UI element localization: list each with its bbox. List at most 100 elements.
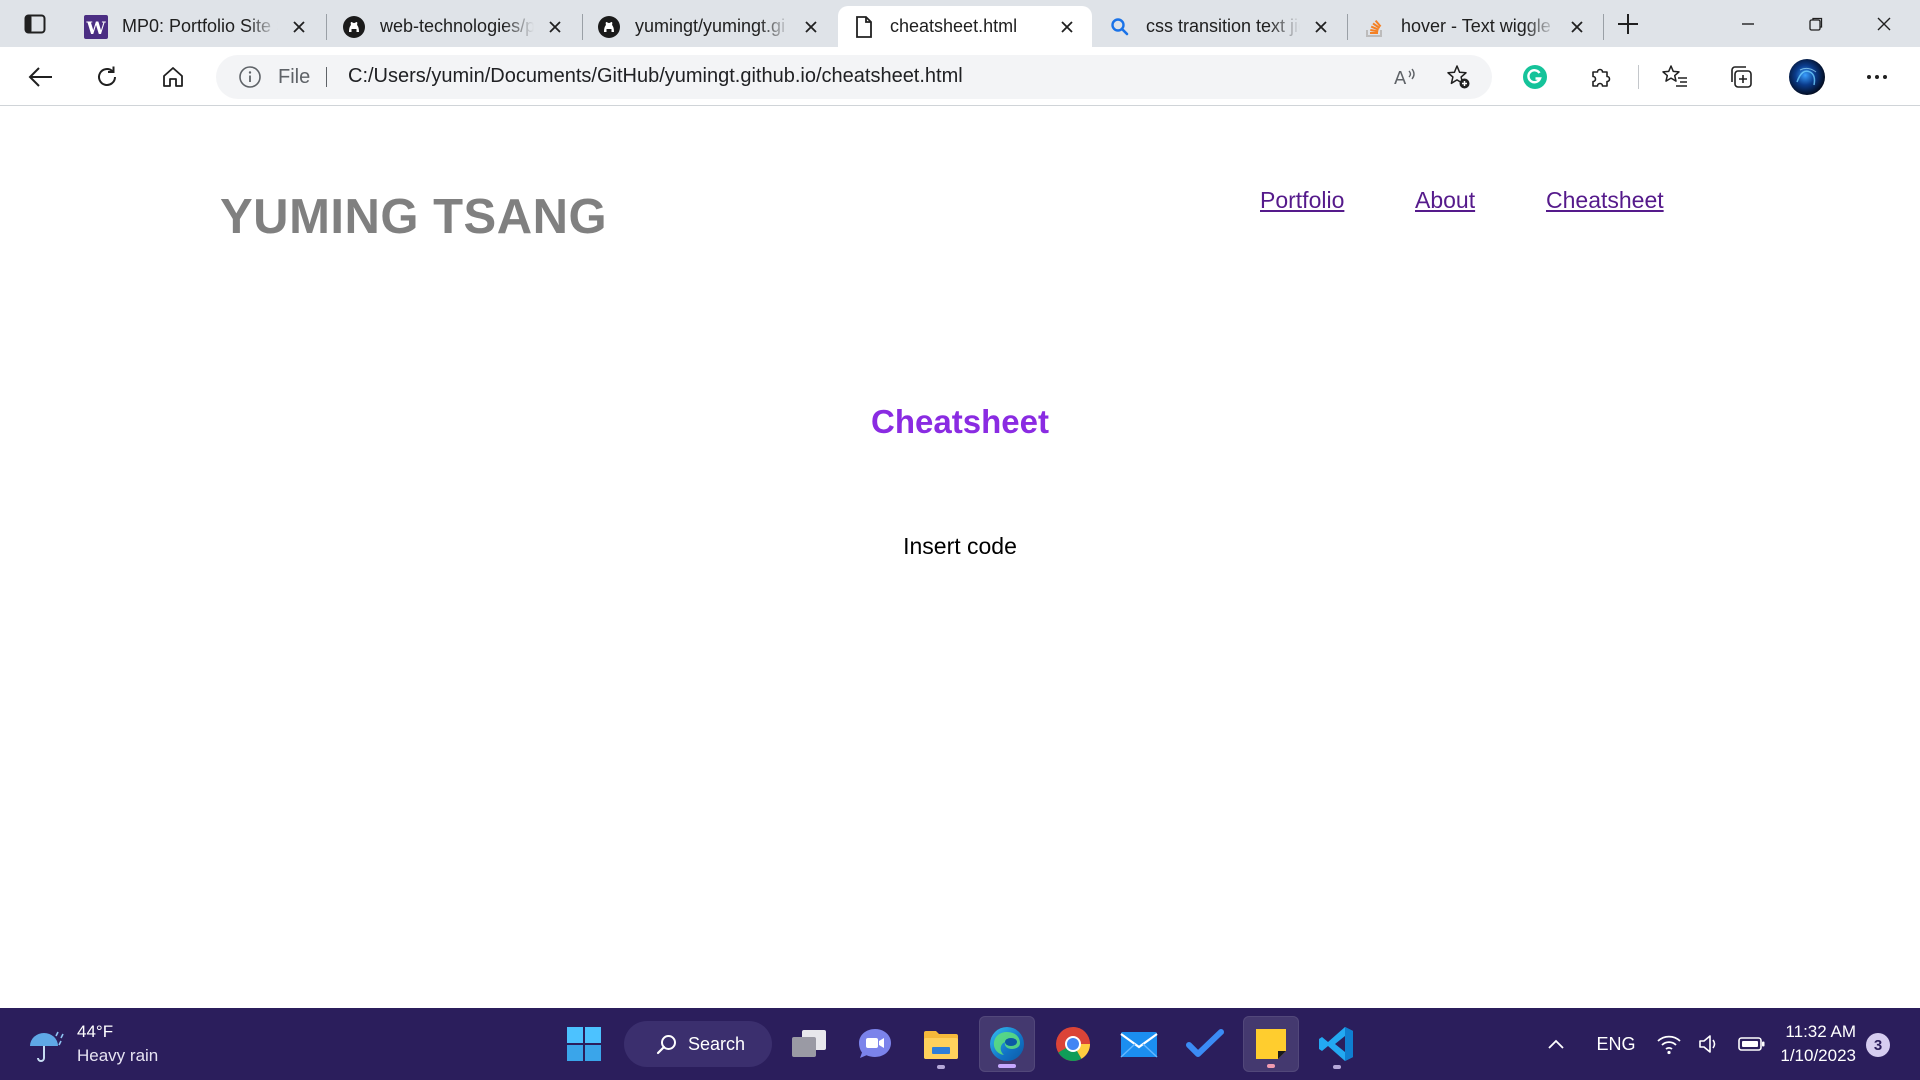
tab-cheatsheet[interactable]: cheatsheet.html: [838, 6, 1092, 47]
chevron-up-icon: [1548, 1039, 1564, 1049]
tab-web-technologies[interactable]: web-technologies/p: [328, 6, 580, 47]
windows-taskbar: 44°F Heavy rain Search ENG 11:32 AM 1/10…: [0, 1008, 1920, 1080]
sticky-notes-icon: [1256, 1029, 1286, 1059]
github-icon: [597, 15, 621, 39]
read-aloud-icon[interactable]: A: [1392, 64, 1420, 90]
todo-taskbar-button[interactable]: [1177, 1016, 1233, 1072]
grammarly-extension-button[interactable]: [1516, 59, 1554, 95]
toolbar-divider: [1638, 65, 1639, 89]
close-window-button[interactable]: [1852, 0, 1916, 47]
chrome-icon: [1056, 1027, 1090, 1061]
running-indicator: [1333, 1065, 1341, 1069]
scheme-label: File: [278, 66, 311, 88]
close-tab-icon[interactable]: [798, 14, 824, 40]
tab-title: yumingt/yumingt.gi: [635, 16, 786, 36]
running-indicator: [937, 1065, 945, 1069]
minimize-button[interactable]: [1716, 0, 1780, 47]
windows-start-icon: [567, 1027, 601, 1061]
back-button[interactable]: [22, 59, 60, 95]
tab-divider: [1347, 14, 1348, 40]
mail-taskbar-button[interactable]: [1111, 1016, 1167, 1072]
edge-taskbar-button[interactable]: [979, 1016, 1035, 1072]
svg-text:A: A: [1394, 68, 1407, 89]
input-language-indicator[interactable]: ENG: [1588, 1028, 1644, 1060]
profile-button[interactable]: [1788, 59, 1826, 95]
site-title: YUMING TSANG: [220, 190, 608, 244]
tab-hover-text-wiggle[interactable]: hover - Text wiggle: [1349, 6, 1602, 47]
close-tab-icon[interactable]: [1308, 14, 1334, 40]
weather-description: Heavy rain: [77, 1046, 159, 1065]
home-button[interactable]: [154, 59, 192, 95]
file-explorer-icon: [924, 1031, 958, 1059]
file-icon: [852, 15, 876, 39]
search-icon: [1108, 15, 1132, 39]
clock-date: 1/10/2023: [1780, 1046, 1856, 1065]
url-text[interactable]: C:/Users/yumin/Documents/GitHub/yumingt.…: [348, 65, 963, 88]
tab-title: web-technologies/p: [380, 16, 534, 36]
collections-icon: [1731, 66, 1752, 88]
address-bar[interactable]: File C:/Users/yumin/Documents/GitHub/yum…: [216, 55, 1492, 99]
tab-title: css transition text jig: [1146, 16, 1300, 36]
language-label: ENG: [1596, 1033, 1636, 1054]
notification-badge[interactable]: 3: [1866, 1033, 1890, 1057]
vscode-taskbar-button[interactable]: [1309, 1016, 1365, 1072]
browser-tab-strip: W MP0: Portfolio Site S web-technologies…: [0, 0, 1920, 47]
grammarly-icon: [1523, 65, 1547, 89]
web-page: YUMING TSANG Portfolio About Cheatsheet …: [0, 107, 1920, 1009]
minimize-icon: [1742, 22, 1754, 25]
close-tab-icon[interactable]: [1564, 14, 1590, 40]
tab-css-transition-search[interactable]: css transition text jig: [1094, 6, 1346, 47]
browser-toolbar: File C:/Users/yumin/Documents/GitHub/yum…: [0, 47, 1920, 106]
nav-link-cheatsheet[interactable]: Cheatsheet: [1546, 187, 1664, 214]
tab-title: MP0: Portfolio Site S: [122, 16, 278, 36]
show-hidden-icons-button[interactable]: [1540, 1028, 1572, 1060]
page-body-text: Insert code: [903, 533, 1017, 559]
tab-title: hover - Text wiggle: [1401, 16, 1551, 36]
w-icon: W: [84, 14, 108, 39]
vscode-icon: [1319, 1027, 1353, 1061]
wifi-icon: [1657, 1035, 1681, 1055]
nav-link-about[interactable]: About: [1415, 187, 1475, 214]
running-indicator: [1267, 1064, 1275, 1068]
tab-actions-button[interactable]: [16, 8, 54, 40]
start-button[interactable]: [556, 1016, 612, 1072]
tab-yumingt-repo[interactable]: yumingt/yumingt.gi: [583, 6, 836, 47]
settings-menu-button[interactable]: [1858, 59, 1896, 95]
weather-temperature: 44°F: [77, 1022, 114, 1041]
edge-icon: [990, 1027, 1024, 1061]
svg-text:W: W: [85, 19, 106, 39]
add-favorite-icon[interactable]: [1444, 64, 1472, 90]
file-explorer-button[interactable]: [913, 1016, 969, 1072]
chrome-taskbar-button[interactable]: [1045, 1016, 1101, 1072]
close-tab-icon[interactable]: [286, 14, 312, 40]
tab-divider: [1603, 14, 1604, 40]
sticky-notes-taskbar-button[interactable]: [1243, 1016, 1299, 1072]
tab-title: cheatsheet.html: [890, 16, 1018, 36]
quick-settings-button[interactable]: [1656, 1028, 1766, 1060]
task-view-icon: [792, 1030, 826, 1057]
volume-icon: [1699, 1035, 1716, 1053]
close-tab-icon[interactable]: [1054, 14, 1080, 40]
clock-time: 11:32 AM: [1785, 1022, 1856, 1041]
github-icon: [342, 15, 366, 39]
todo-icon: [1186, 1029, 1224, 1057]
favorites-icon: [1662, 65, 1687, 87]
task-view-button[interactable]: [781, 1016, 837, 1072]
restore-button[interactable]: [1784, 0, 1848, 47]
tab-divider: [326, 14, 327, 40]
teams-chat-button[interactable]: [847, 1016, 903, 1072]
umbrella-rain-icon: [30, 1031, 64, 1062]
favorites-button[interactable]: [1656, 59, 1694, 95]
close-tab-icon[interactable]: [542, 14, 568, 40]
extensions-button[interactable]: [1582, 59, 1620, 95]
search-label: Search: [688, 1033, 746, 1054]
tab-mp0-portfolio[interactable]: W MP0: Portfolio Site S: [70, 6, 324, 47]
stackoverflow-icon: [1363, 15, 1387, 39]
reload-button[interactable]: [88, 59, 126, 95]
info-icon[interactable]: [238, 65, 262, 89]
new-tab-button[interactable]: [1611, 9, 1645, 39]
nav-link-portfolio[interactable]: Portfolio: [1260, 187, 1344, 214]
collections-button[interactable]: [1722, 59, 1760, 95]
taskbar-search[interactable]: Search: [624, 1021, 772, 1067]
close-icon: [1877, 17, 1891, 30]
